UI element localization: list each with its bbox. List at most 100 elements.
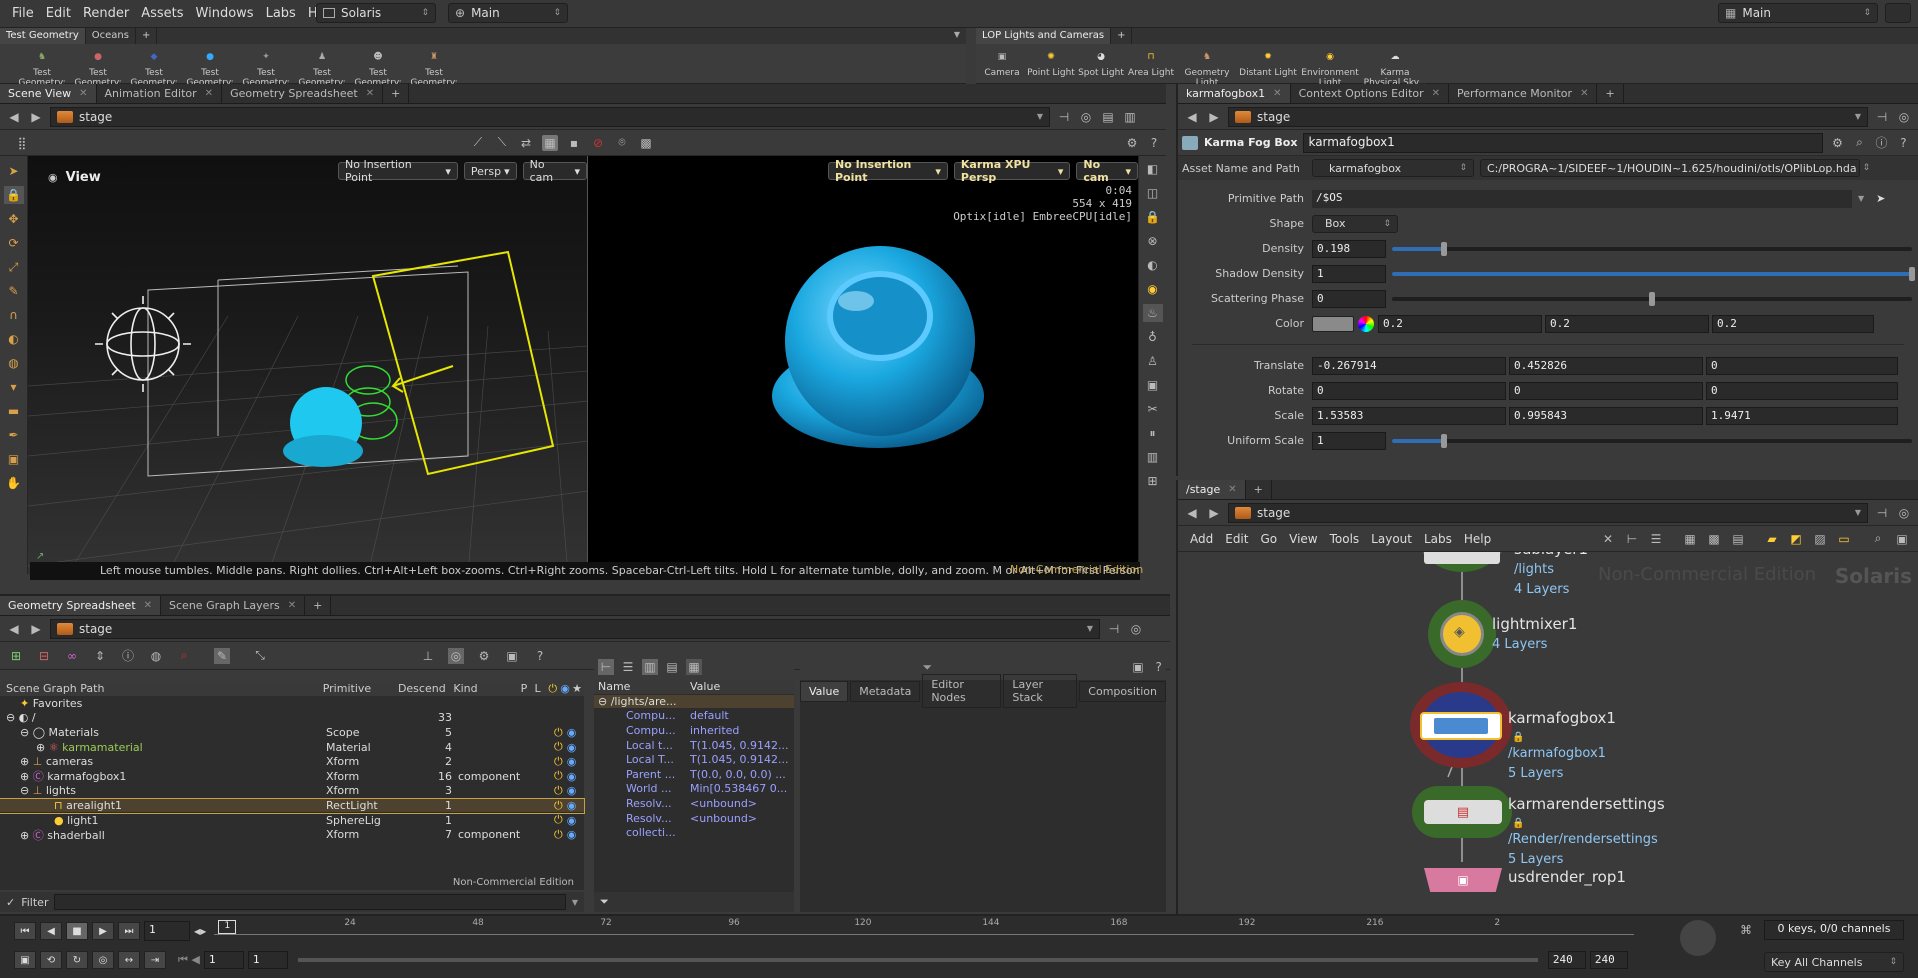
tool-point-light[interactable]: ✺ Point Light xyxy=(1026,44,1076,78)
pin-icon[interactable]: ⤡ xyxy=(252,648,268,664)
realtime-icon[interactable]: ▣ xyxy=(14,951,36,969)
folder-icon[interactable]: ▭ xyxy=(1836,531,1852,547)
ruler-icon[interactable]: ▬ xyxy=(4,402,24,420)
property-row[interactable]: collecti... xyxy=(594,826,794,841)
light-link-icon[interactable]: ♁ xyxy=(1143,328,1163,346)
filter-input[interactable] xyxy=(54,894,566,910)
close-icon[interactable]: ⊗ xyxy=(1143,232,1163,250)
property-row[interactable]: Local t... T(1.045, 0.9142... xyxy=(594,738,794,753)
network-canvas[interactable]: Non-Commercial Edition Solaris sublayer1… xyxy=(1178,552,1918,912)
search-icon[interactable]: ⌕ xyxy=(176,648,192,664)
note-icon[interactable]: ▰ xyxy=(1764,531,1780,547)
density-field[interactable]: 0.198 xyxy=(1312,239,1386,258)
shape-select[interactable]: Box ⇕ xyxy=(1312,214,1398,233)
collapse-icon[interactable]: ⇕ xyxy=(92,648,108,664)
forward-arrow-icon[interactable]: ▶ xyxy=(1206,109,1222,125)
tool-environment-light[interactable]: ◉ Environment Light xyxy=(1298,44,1362,88)
loop-icon[interactable]: ⟲ xyxy=(40,951,62,969)
tab-geometry-spreadsheet[interactable]: Geometry Spreadsheet ✕ xyxy=(0,596,162,615)
slider-knob[interactable] xyxy=(1441,241,1447,256)
columns-icon[interactable]: ▥ xyxy=(642,659,658,675)
record-icon[interactable]: ▪ xyxy=(566,135,582,151)
filter-icon[interactable]: ⏷ xyxy=(600,895,609,909)
gear-icon[interactable]: ⚙ xyxy=(476,648,492,664)
rows-icon[interactable]: ▤ xyxy=(664,659,680,675)
header-name[interactable]: Name xyxy=(594,680,690,693)
close-icon[interactable]: ✕ xyxy=(144,600,152,611)
tree-row[interactable]: ● light1 SphereLig 1 ⏻ ◉ xyxy=(0,813,584,828)
pause-icon[interactable]: ⏸ xyxy=(1143,424,1163,442)
tool-distant-light[interactable]: ✹ Distant Light xyxy=(1238,44,1298,78)
sticky-icon[interactable]: ◩ xyxy=(1788,531,1804,547)
forward-arrow-icon[interactable]: ▶ xyxy=(28,621,44,637)
add-tab-icon[interactable]: + xyxy=(383,84,410,103)
expand-icon[interactable]: ⊕ xyxy=(20,755,29,768)
sublayer-node[interactable] xyxy=(1424,552,1500,564)
active-icon[interactable]: ⏻ xyxy=(554,740,563,754)
desktop-menu-button[interactable] xyxy=(1885,3,1911,23)
active-icon[interactable]: ⏻ xyxy=(554,799,563,813)
visibility-icon[interactable]: ◉ xyxy=(567,799,577,812)
insertion-point-button[interactable]: No Insertion Point ▾ xyxy=(828,158,948,184)
tree-view-icon[interactable]: ⊢ xyxy=(598,659,614,675)
glasses-icon[interactable]: ∞ xyxy=(64,648,80,664)
tool-karma-physical-sky[interactable]: ☁ Karma Physical Sky... xyxy=(1362,44,1428,88)
move-icon[interactable]: ✥ xyxy=(4,210,24,228)
menu-view[interactable]: View xyxy=(1283,532,1323,546)
scale-icon[interactable]: ⤢ xyxy=(4,258,24,276)
menu-edit[interactable]: Edit xyxy=(40,6,77,21)
asset-name-select[interactable]: karmafogbox ⇕ xyxy=(1312,159,1474,177)
tool-icon[interactable]: ✂ xyxy=(1143,400,1163,418)
link-icon[interactable]: ◎ xyxy=(1896,505,1912,521)
grid-menu-icon[interactable]: ⣿ xyxy=(14,135,30,151)
rotate-icon[interactable]: ⟳ xyxy=(4,234,24,252)
bounce-icon[interactable]: ↻ xyxy=(66,951,88,969)
slider-knob[interactable] xyxy=(1909,266,1915,281)
range-slider[interactable] xyxy=(297,958,1538,962)
visibility-icon[interactable]: ◉ xyxy=(567,726,577,739)
stop-icon[interactable]: ■ xyxy=(66,922,88,940)
link-icon[interactable]: ◎ xyxy=(1896,109,1912,125)
scattering-phase-field[interactable]: 0 xyxy=(1312,289,1386,308)
slider-knob[interactable] xyxy=(1441,433,1447,448)
scattering-phase-slider[interactable] xyxy=(1392,291,1912,306)
pen-icon[interactable]: ✒ xyxy=(4,426,24,444)
menu-tools[interactable]: Tools xyxy=(1324,532,1366,546)
snapshot-icon[interactable]: ⊞ xyxy=(1143,472,1163,490)
collapse-icon[interactable]: ⊖ xyxy=(20,784,29,797)
display-option-icon[interactable]: ◧ xyxy=(1143,160,1163,178)
back-arrow-icon[interactable]: ◀ xyxy=(1184,109,1200,125)
asset-path-select[interactable]: C:/PROGRA~1/SIDEEF~1/HOUDIN~1.625/houdin… xyxy=(1480,159,1870,177)
header-kind[interactable]: Kind xyxy=(453,682,520,695)
display-icon[interactable]: ▤ xyxy=(1100,109,1116,125)
header-value[interactable]: Value xyxy=(690,680,790,693)
add-tab-icon[interactable]: + xyxy=(1246,480,1272,499)
visibility-icon[interactable]: ◉ xyxy=(567,755,577,768)
add-tab-icon[interactable]: + xyxy=(305,596,332,615)
chevron-down-icon[interactable]: ▼ xyxy=(572,898,584,907)
forward-arrow-icon[interactable]: ▶ xyxy=(28,109,44,125)
marker-icon[interactable]: ⇥ xyxy=(144,951,166,969)
add-tab-icon[interactable]: + xyxy=(1597,84,1624,103)
grid-icon[interactable]: ▦ xyxy=(1682,531,1698,547)
color-b-field[interactable]: 0.2 xyxy=(1712,314,1874,333)
tree-icon[interactable]: ⊢ xyxy=(1624,531,1640,547)
pin-icon[interactable]: ⊣ xyxy=(1106,621,1122,637)
tool-geometry-light[interactable]: ♞ Geometry Light xyxy=(1176,44,1238,88)
menu-help[interactable]: Help xyxy=(1458,532,1497,546)
property-row[interactable]: Parent ... T(0.0, 0.0, 0.0) ... xyxy=(594,768,794,783)
camera-icon[interactable]: ▩ xyxy=(638,135,654,151)
speed-icon[interactable]: ◎ xyxy=(92,951,114,969)
layout-icon[interactable]: ▥ xyxy=(1122,109,1138,125)
active-icon[interactable]: ⏻ xyxy=(554,813,563,827)
close-icon[interactable]: ✕ xyxy=(366,88,374,99)
range-start-field[interactable]: 1 xyxy=(203,951,244,969)
add-prim-icon[interactable]: ⊞ xyxy=(8,648,24,664)
tab-stage-network[interactable]: /stage ✕ xyxy=(1178,480,1246,499)
snap-icon[interactable]: ⟍ xyxy=(494,135,510,151)
close-icon[interactable]: ✕ xyxy=(1432,88,1440,99)
chevron-down-icon[interactable]: ▼ xyxy=(1858,194,1864,203)
uniform-scale-slider[interactable] xyxy=(1392,433,1912,448)
expand-icon[interactable]: ⊕ xyxy=(36,741,45,754)
back-arrow-icon[interactable]: ◀ xyxy=(6,621,22,637)
